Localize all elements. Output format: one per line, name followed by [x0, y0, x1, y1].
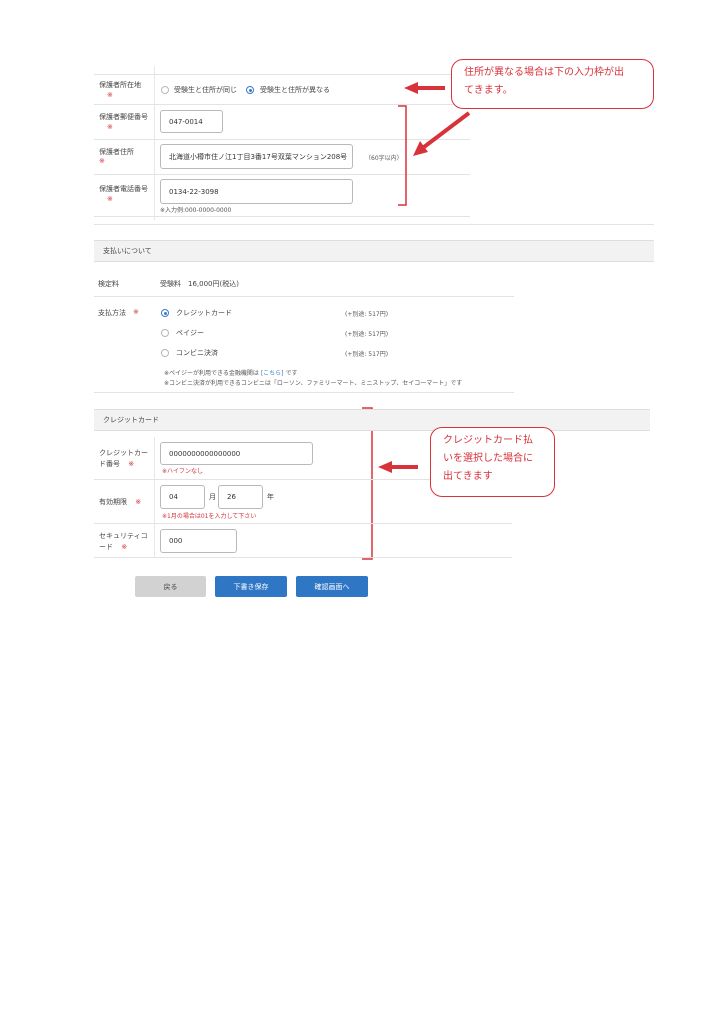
option-credit-card-fee: (+別途: 517円) — [345, 311, 389, 318]
expiry-label-text: 有効期限 — [99, 498, 127, 506]
annotation-bracket — [398, 105, 407, 206]
expiry-note: ※1月の場合は01を入力して下さい — [162, 513, 257, 520]
annotation-overlay — [362, 82, 471, 560]
security-code-input[interactable]: 000 — [160, 529, 237, 553]
year-unit: 年 — [267, 493, 274, 501]
option-convenience-store-label[interactable]: コンビニ決済 — [176, 348, 218, 358]
security-code-label: セキュリティコ — [99, 532, 148, 540]
row-divider — [94, 392, 514, 393]
callout-line: 出てきます — [443, 471, 493, 482]
radio-convenience-store[interactable] — [161, 349, 169, 357]
option-payeasy-fee: (+別途: 517円) — [345, 331, 389, 338]
security-code-label-line2: ード — [99, 543, 113, 551]
payeasy-banks-link[interactable]: [こちら] — [261, 370, 284, 377]
card-number-note: ※ハイフンなし — [162, 468, 204, 475]
credit-card-section-header: クレジットカード — [94, 409, 650, 431]
card-number-label-cont: ド番号 ※ — [99, 459, 134, 469]
annotation-arrow-head — [378, 461, 392, 473]
expiry-year-input[interactable]: 26 — [218, 485, 263, 509]
callout-line: クレジットカード払 — [443, 435, 533, 446]
radio-credit-card[interactable] — [161, 309, 169, 317]
payeasy-note-text: ※ペイジーが利用できる金融機関は — [164, 370, 259, 377]
expiry-label: 有効期限 ※ — [99, 497, 141, 507]
payment-section-header: 支払いについて — [94, 240, 654, 262]
row-divider — [94, 296, 514, 297]
confirm-button[interactable]: 確認画面へ — [296, 576, 368, 597]
card-number-input[interactable]: 0000000000000000 — [160, 442, 313, 465]
fee-value: 受験料 16,000円(税込) — [160, 280, 239, 288]
back-button[interactable]: 戻る — [135, 576, 206, 597]
option-payeasy-label[interactable]: ペイジー — [176, 328, 204, 338]
option-convenience-store-fee: (+別途: 517円) — [345, 351, 389, 358]
callout-line: いを選択した場合に — [443, 453, 533, 464]
option-credit-card-label[interactable]: クレジットカード — [176, 308, 232, 318]
label-column-divider — [154, 437, 155, 557]
expiry-month-input[interactable]: 04 — [160, 485, 205, 509]
month-unit: 月 — [209, 493, 216, 501]
security-code-label-cont: ード ※ — [99, 542, 127, 552]
row-divider — [94, 523, 512, 524]
fee-label: 検定料 — [98, 280, 119, 288]
required-mark: ※ — [135, 498, 142, 506]
row-divider — [94, 557, 512, 558]
annotation-arrow-shaft — [422, 111, 471, 149]
save-draft-button[interactable]: 下書き保存 — [215, 576, 287, 597]
required-mark: ※ — [121, 543, 128, 551]
payment-method-label: 支払方法 — [98, 309, 126, 317]
required-mark: ※ — [133, 308, 139, 316]
card-number-label-line2: ド番号 — [99, 460, 120, 468]
radio-payeasy[interactable] — [161, 329, 169, 337]
annotation-arrow-head — [404, 82, 418, 94]
payeasy-note: ※ペイジーが利用できる金融機関は [こちら] です — [164, 368, 297, 377]
payeasy-note-suffix: です — [285, 370, 298, 377]
credit-annotation-callout: クレジットカード払 いを選択した場合に 出てきます — [430, 427, 555, 497]
card-number-label: クレジットカー — [99, 449, 148, 457]
required-mark: ※ — [128, 460, 135, 468]
convenience-store-note: ※コンビニ決済が利用できるコンビニは「ローソン、ファミリーマート、ミニストップ、… — [164, 380, 463, 387]
